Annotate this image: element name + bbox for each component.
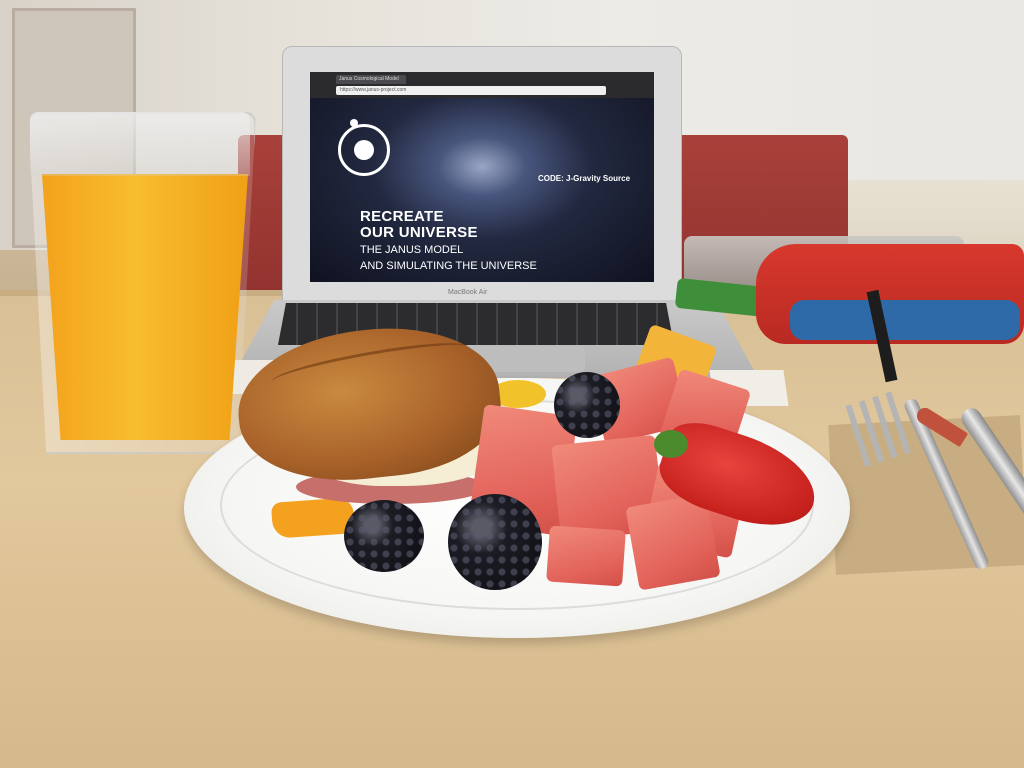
janus-logo-icon bbox=[338, 124, 390, 176]
blackberry bbox=[554, 372, 620, 438]
screen-title-line1: RECREATE bbox=[360, 208, 444, 225]
blackberry bbox=[344, 500, 424, 572]
browser-url-bar: https://www.janus-project.com bbox=[336, 86, 606, 95]
screen-title-line2: OUR UNIVERSE bbox=[360, 224, 478, 241]
laptop-brand-label: MacBook Air bbox=[448, 289, 488, 296]
orange-pepper bbox=[270, 497, 356, 539]
screen-subtitle-line1: THE JANUS MODEL bbox=[360, 244, 464, 256]
blackberry bbox=[448, 494, 542, 590]
glass-rim bbox=[30, 112, 250, 176]
orange-juice bbox=[42, 174, 248, 440]
watermelon-piece bbox=[546, 525, 626, 587]
browser-toolbar: Janus Cosmological Model https://www.jan… bbox=[310, 72, 654, 98]
backpack-blue-panel bbox=[790, 300, 1020, 340]
screen-subtitle-line2: AND SIMULATING THE UNIVERSE bbox=[360, 260, 537, 272]
logo-dot-icon bbox=[350, 119, 358, 127]
browser-tab: Janus Cosmological Model bbox=[336, 75, 406, 84]
screen-code-label: CODE: J-Gravity Source bbox=[538, 174, 631, 183]
laptop-screen: Janus Cosmological Model https://www.jan… bbox=[310, 72, 654, 282]
strawberry-stem bbox=[654, 430, 688, 458]
photo-scene: Janus Cosmological Model https://www.jan… bbox=[0, 0, 1024, 768]
